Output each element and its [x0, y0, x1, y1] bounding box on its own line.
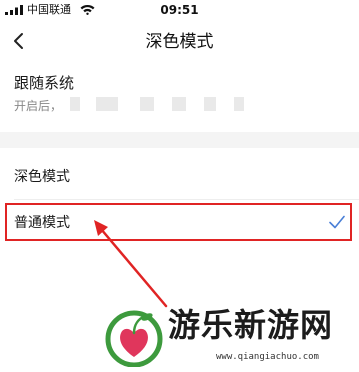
watermark-url: www.qiangiachuo.com: [216, 352, 319, 362]
watermark-text: 游乐新游网: [168, 306, 334, 344]
watermark-logo: [105, 310, 163, 367]
